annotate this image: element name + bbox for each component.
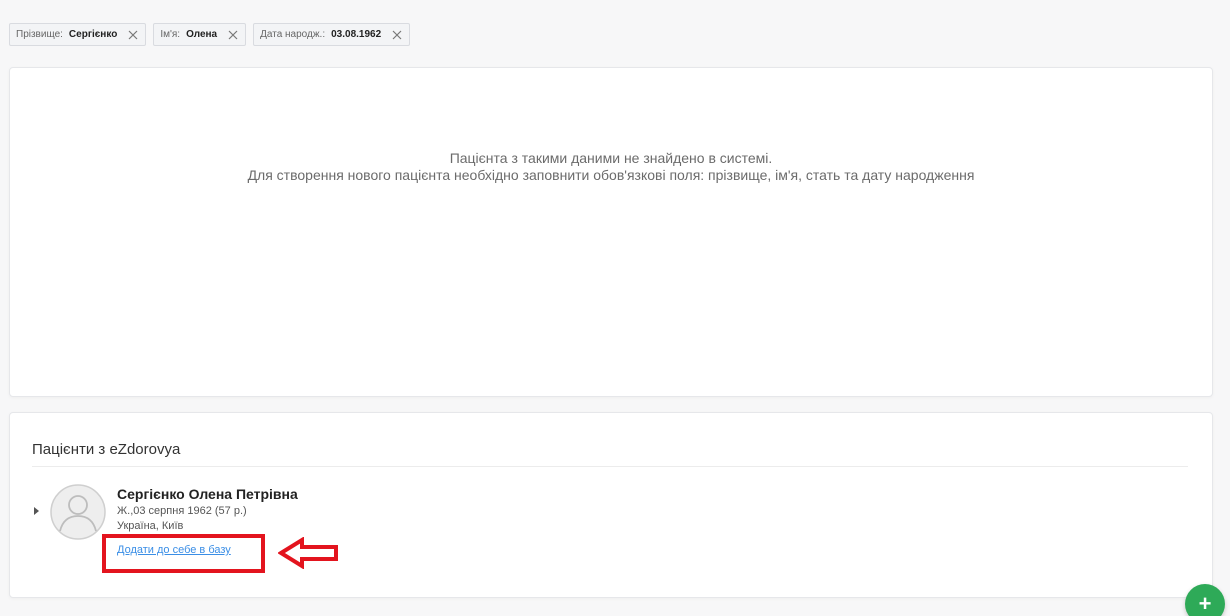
add-to-database-link[interactable]: Додати до себе в базу (117, 544, 231, 556)
filter-chip-surname: Прізвище: Сергієнко (9, 23, 147, 46)
close-icon[interactable] (127, 29, 139, 41)
filter-chips: Прізвище: Сергієнко Ім'я: Олена Дата нар… (9, 23, 411, 46)
chip-value: Сергієнко (68, 29, 118, 40)
patient-name: Сергієнко Олена Петрівна (117, 486, 298, 502)
patient-dob: Ж.,03 серпня 1962 (57 р.) (117, 505, 247, 517)
close-icon[interactable] (227, 29, 239, 41)
empty-state-line-2: Для створення нового пацієнта необхідно … (247, 167, 975, 183)
add-patient-fab[interactable]: + (1185, 584, 1225, 616)
chip-label: Дата народж.: (260, 29, 326, 40)
divider (32, 466, 1188, 467)
empty-state-line-1: Пацієнта з такими даними не знайдено в с… (449, 150, 773, 166)
avatar (50, 484, 106, 540)
filter-chip-birthdate: Дата народж.: 03.08.1962 (253, 23, 411, 46)
ezdorovya-panel: Пацієнти з eZdorovya Сергієнко Олена Пет… (9, 412, 1213, 598)
search-results-panel: Пацієнта з такими даними не знайдено в с… (9, 67, 1213, 397)
chip-label: Ім'я: (160, 29, 181, 40)
expand-caret-icon[interactable] (34, 507, 39, 515)
filter-chip-name: Ім'я: Олена (153, 23, 247, 46)
chip-label: Прізвище: (16, 29, 63, 40)
close-icon[interactable] (391, 29, 403, 41)
plus-icon: + (1198, 591, 1212, 616)
page: Прізвище: Сергієнко Ім'я: Олена Дата нар… (0, 0, 1230, 616)
chip-value: 03.08.1962 (331, 29, 382, 40)
arrow-left-icon (278, 537, 338, 569)
section-title: Пацієнти з eZdorovya (32, 441, 181, 458)
patient-location: Україна, Київ (117, 520, 184, 532)
empty-state-message: Пацієнта з такими даними не знайдено в с… (10, 150, 1212, 184)
chip-value: Олена (186, 29, 218, 40)
